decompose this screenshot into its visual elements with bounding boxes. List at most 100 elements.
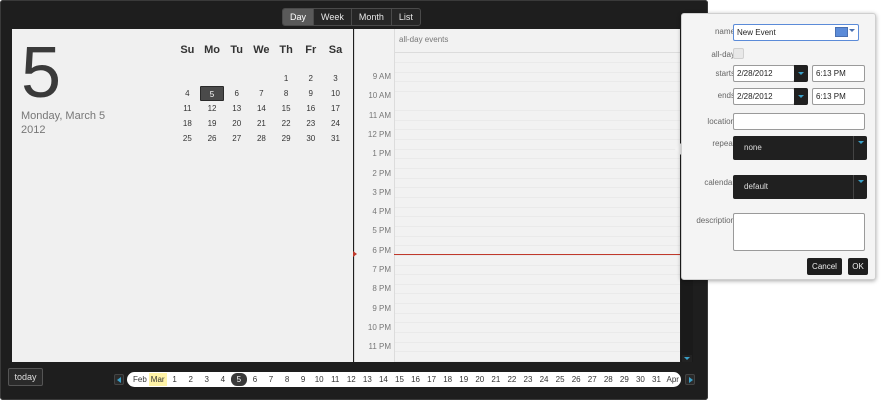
strip-day[interactable]: 6 — [247, 373, 263, 386]
end-date-input[interactable]: 2/28/2012 — [733, 88, 795, 105]
strip-day[interactable]: 24 — [536, 373, 552, 386]
strip-day[interactable]: 13 — [359, 373, 375, 386]
strip-day[interactable]: 22 — [504, 373, 520, 386]
tab-list[interactable]: List — [392, 9, 420, 25]
mini-calendar-day[interactable]: 29 — [274, 131, 299, 146]
name-label: name — [714, 27, 735, 36]
year-label: 2012 — [21, 124, 46, 136]
strip-day[interactable]: 23 — [520, 373, 536, 386]
mini-calendar-day[interactable]: 25 — [175, 131, 200, 146]
strip-day[interactable]: 16 — [408, 373, 424, 386]
all-day-checkbox[interactable] — [733, 48, 744, 59]
strip-day[interactable]: 3 — [199, 373, 215, 386]
strip-day[interactable]: 25 — [552, 373, 568, 386]
view-switcher: Day Week Month List — [282, 8, 421, 26]
start-date-dropdown-icon[interactable] — [794, 65, 808, 82]
mini-calendar-day[interactable]: 21 — [249, 116, 274, 131]
strip-month-prev[interactable]: Feb — [131, 373, 149, 386]
strip-day[interactable]: 31 — [648, 373, 664, 386]
strip-day[interactable]: 30 — [632, 373, 648, 386]
color-dropdown-icon[interactable] — [849, 29, 855, 32]
today-button[interactable]: today — [8, 368, 43, 386]
mini-calendar-day[interactable]: 23 — [298, 116, 323, 131]
start-date-input[interactable]: 2/28/2012 — [733, 65, 795, 82]
mini-calendar-day[interactable]: 16 — [298, 101, 323, 116]
mini-calendar-day[interactable]: 27 — [224, 131, 249, 146]
strip-day[interactable]: 19 — [456, 373, 472, 386]
strip-day[interactable]: 28 — [600, 373, 616, 386]
strip-day[interactable]: 14 — [375, 373, 391, 386]
end-date-dropdown-icon[interactable] — [794, 88, 808, 105]
strip-day[interactable]: 26 — [568, 373, 584, 386]
mini-calendar-day[interactable]: 10 — [323, 86, 348, 101]
mini-calendar-day[interactable]: 14 — [249, 101, 274, 116]
strip-day[interactable]: 21 — [488, 373, 504, 386]
mini-calendar-day[interactable]: 20 — [224, 116, 249, 131]
weekday-header-cell: Tu — [230, 44, 244, 56]
start-time-input[interactable]: 6:13 PM — [812, 65, 865, 82]
mini-calendar-day[interactable]: 30 — [298, 131, 323, 146]
strip-day[interactable]: 2 — [183, 373, 199, 386]
hour-label: 11 PM — [368, 342, 391, 352]
hour-label: 9 PM — [372, 303, 391, 313]
mini-calendar-day[interactable]: 26 — [200, 131, 225, 146]
strip-day[interactable]: 29 — [616, 373, 632, 386]
calendar-select[interactable]: default — [733, 175, 867, 199]
strip-day[interactable]: 27 — [584, 373, 600, 386]
prev-month-arrow-icon[interactable] — [114, 374, 124, 385]
mini-calendar-day[interactable]: 3 — [323, 71, 348, 86]
strip-day[interactable]: 15 — [391, 373, 407, 386]
time-grid[interactable] — [394, 53, 680, 362]
mini-calendar-day[interactable]: 19 — [200, 116, 225, 131]
tab-month[interactable]: Month — [352, 9, 392, 25]
mini-calendar-day[interactable]: 17 — [323, 101, 348, 116]
strip-month-next[interactable]: Apr — [665, 373, 681, 386]
strip-day[interactable]: 4 — [215, 373, 231, 386]
strip-day[interactable]: 5 — [230, 373, 247, 386]
strip-day[interactable]: 11 — [327, 373, 343, 386]
mini-calendar-day[interactable]: 9 — [298, 86, 323, 101]
repeat-select[interactable]: none — [733, 136, 867, 160]
event-color-swatch[interactable] — [835, 27, 848, 37]
date-strip: Feb Mar 1 2 3 4 5 6 7 8 9 10 11 12 13 14 15 16 17 18 19 20 21 2… — [127, 372, 681, 387]
strip-day[interactable]: 7 — [263, 373, 279, 386]
description-textarea[interactable] — [733, 213, 865, 251]
mini-calendar-day[interactable]: 11 — [175, 101, 200, 116]
strip-day[interactable]: 10 — [311, 373, 327, 386]
mini-calendar-day[interactable]: 13 — [224, 101, 249, 116]
mini-calendar-day[interactable]: 4 — [175, 86, 200, 101]
all-day-row[interactable]: all-day events — [394, 29, 680, 53]
mini-calendar-day[interactable]: 18 — [175, 116, 200, 131]
mini-calendar-day[interactable]: 2 — [298, 71, 323, 86]
mini-calendar-day[interactable]: 12 — [200, 101, 225, 116]
strip-day[interactable]: 17 — [424, 373, 440, 386]
mini-calendar-weeks: 1 2 3 4 5 6 7 8 9 10 11 12 13 14 15 16 17 18 19 20 21 22 23 24 2… — [175, 71, 348, 146]
location-input[interactable] — [733, 113, 865, 130]
strip-day[interactable]: 18 — [440, 373, 456, 386]
mini-calendar-day[interactable]: 31 — [323, 131, 348, 146]
mini-calendar-day[interactable]: 7 — [249, 86, 274, 101]
mini-calendar-day[interactable]: 28 — [249, 131, 274, 146]
hour-label: 12 PM — [367, 129, 391, 139]
strip-month-current[interactable]: Mar — [148, 373, 167, 386]
mini-calendar-day[interactable]: 15 — [274, 101, 299, 116]
scroll-down-arrow[interactable] — [682, 355, 692, 362]
strip-day[interactable]: 9 — [295, 373, 311, 386]
mini-calendar-day[interactable]: 1 — [274, 71, 299, 86]
strip-day[interactable]: 8 — [279, 373, 295, 386]
mini-calendar-day[interactable]: 22 — [274, 116, 299, 131]
strip-day[interactable]: 1 — [167, 373, 183, 386]
strip-day[interactable]: 20 — [472, 373, 488, 386]
mini-calendar-day[interactable]: 24 — [323, 116, 348, 131]
mini-calendar-day[interactable]: 5 — [199, 86, 225, 101]
end-time-input[interactable]: 6:13 PM — [812, 88, 865, 105]
mini-calendar-day[interactable]: 6 — [224, 86, 249, 101]
hour-label: 9 AM — [372, 72, 391, 81]
cancel-button[interactable]: Cancel — [807, 258, 842, 275]
tab-week[interactable]: Week — [314, 9, 352, 25]
mini-calendar-day[interactable]: 8 — [274, 86, 299, 101]
next-month-arrow-icon[interactable] — [685, 374, 695, 385]
strip-day[interactable]: 12 — [343, 373, 359, 386]
tab-day[interactable]: Day — [283, 9, 315, 25]
ok-button[interactable]: OK — [848, 258, 868, 275]
